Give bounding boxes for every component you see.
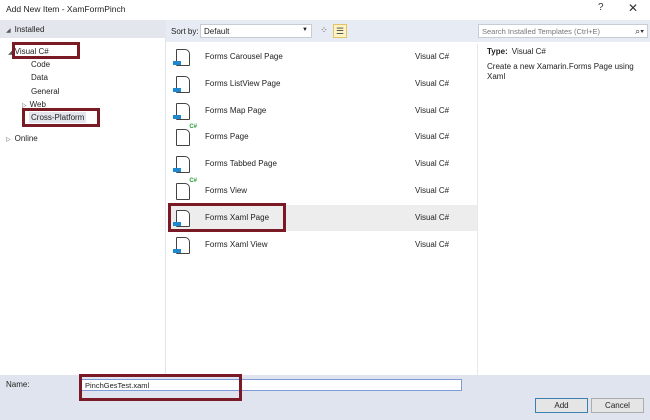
cancel-button[interactable]: Cancel	[591, 398, 644, 413]
template-name: Forms View	[205, 186, 248, 195]
template-language: Visual C#	[415, 105, 450, 115]
csharp-file-icon: C#	[176, 178, 197, 200]
template-language: Visual C#	[415, 159, 450, 169]
tree-item-data[interactable]: Data	[31, 73, 48, 82]
xaml-file-icon	[173, 156, 190, 174]
template-row[interactable]: C# Forms View Visual C#	[168, 178, 477, 204]
window-title: Add New Item - XamFormPinch	[6, 4, 126, 14]
template-list: Forms Carousel Page Visual C# Forms ListVi…	[168, 44, 477, 375]
template-row[interactable]: Forms Map Page Visual C#	[168, 98, 477, 124]
template-name: Forms Xaml View	[205, 239, 268, 249]
tree-item-visual-csharp[interactable]: ◢ Visual C#	[8, 47, 49, 56]
help-button[interactable]: ?	[598, 2, 604, 13]
list-view-icon[interactable]: ☰	[333, 24, 347, 38]
xaml-file-icon	[173, 75, 190, 93]
xaml-file-icon	[173, 49, 190, 66]
template-language: Visual C#	[415, 239, 450, 249]
template-row[interactable]: Forms Xaml View Visual C#	[168, 232, 477, 258]
template-name: Forms Tabbed Page	[205, 159, 277, 169]
name-label: Name:	[6, 380, 30, 389]
tree-item-online[interactable]: ▷ Online	[6, 134, 38, 143]
template-row[interactable]: Forms Tabbed Page Visual C#	[168, 151, 477, 177]
chevron-down-icon: ▼	[302, 27, 308, 33]
tree-label: Visual C#	[14, 47, 49, 56]
type-value: Visual C#	[511, 47, 546, 56]
tree-label: Online	[14, 134, 38, 143]
tree-item-installed[interactable]: ◢ Installed	[6, 25, 44, 34]
tree-item-general[interactable]: General	[31, 87, 59, 96]
template-row[interactable]: Forms ListView Page Visual C#	[168, 71, 477, 97]
template-row[interactable]: C# Forms Page Visual C#	[168, 124, 477, 150]
expanded-icon: ◢	[8, 50, 13, 56]
template-language: Visual C#	[415, 52, 450, 61]
template-language: Visual C#	[415, 78, 450, 88]
sort-dropdown[interactable]: Default ▼	[200, 24, 312, 38]
search-icon: ⌕▾	[635, 26, 644, 36]
template-description: Create a new Xamarin.Forms Page using Xa…	[487, 62, 634, 81]
xaml-file-icon	[173, 209, 190, 227]
xaml-file-icon	[173, 102, 190, 120]
template-name: Forms ListView Page	[205, 78, 281, 88]
add-button[interactable]: Add	[535, 398, 588, 413]
tree-item-code[interactable]: Code	[31, 60, 50, 69]
sort-value: Default	[204, 27, 230, 36]
name-input[interactable]: PinchGesTest.xaml	[80, 379, 462, 391]
template-tree	[0, 20, 166, 375]
template-name: Forms Xaml Page	[205, 212, 270, 222]
template-row[interactable]: Forms Carousel Page Visual C#	[168, 44, 477, 70]
search-input[interactable]: Search Installed Templates (Ctrl+E) ⌕▾	[478, 24, 648, 38]
search-placeholder: Search Installed Templates (Ctrl+E)	[482, 27, 601, 36]
grid-view-icon[interactable]: ⁘	[318, 25, 330, 37]
template-name: Forms Page	[205, 132, 249, 142]
sort-label: Sort by:	[171, 27, 199, 36]
tree-label: Installed	[14, 25, 45, 34]
xaml-file-icon	[173, 236, 190, 254]
template-row[interactable]: Forms Xaml Page Visual C#	[168, 202, 477, 232]
collapsed-icon: ▷	[6, 137, 11, 143]
tree-item-web[interactable]: ▷ Web	[22, 100, 46, 109]
close-button[interactable]: ✕	[628, 1, 638, 15]
template-language: Visual C#	[415, 186, 450, 195]
template-language: Visual C#	[415, 132, 450, 142]
template-name: Forms Carousel Page	[205, 52, 283, 61]
type-info: Type: Visual C#	[487, 47, 546, 56]
expanded-icon: ◢	[6, 28, 11, 34]
template-name: Forms Map Page	[205, 105, 267, 115]
collapsed-icon: ▷	[22, 103, 27, 109]
tree-label: Web	[29, 100, 46, 109]
type-label: Type:	[487, 47, 508, 56]
csharp-file-icon: C#	[176, 124, 197, 147]
template-language: Visual C#	[415, 212, 450, 222]
tree-item-cross-platform[interactable]: Cross-Platform	[29, 112, 87, 123]
